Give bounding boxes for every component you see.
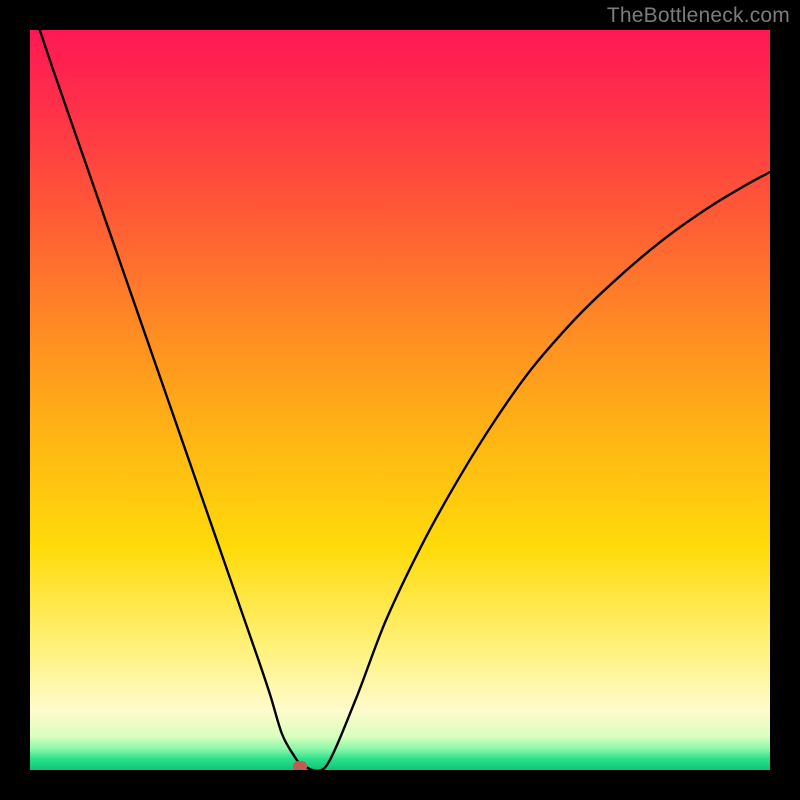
plot-area	[30, 30, 770, 770]
bottleneck-curve	[30, 30, 770, 770]
min-point-marker	[293, 761, 307, 770]
chart-frame: TheBottleneck.com	[0, 0, 800, 800]
attribution-text: TheBottleneck.com	[607, 4, 790, 28]
